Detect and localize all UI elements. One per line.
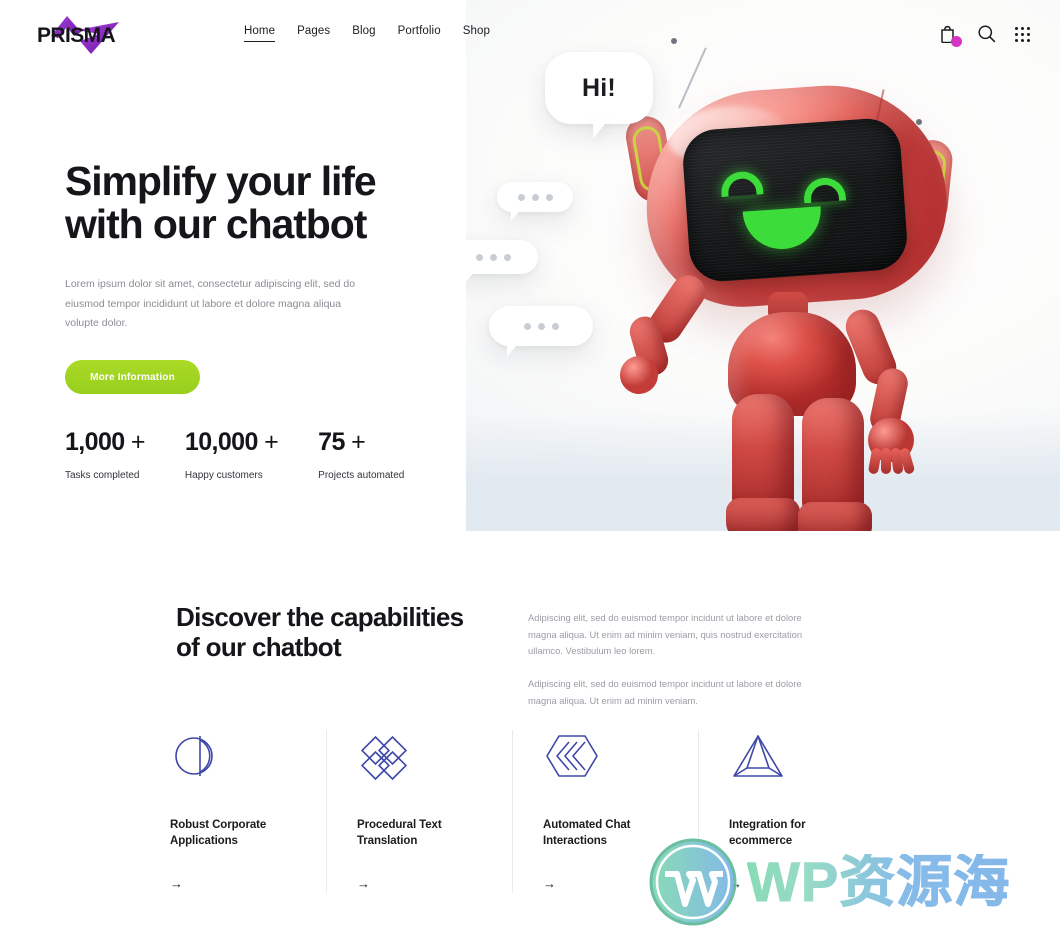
search-icon[interactable] (977, 24, 996, 44)
circle-split-icon (170, 730, 326, 788)
feature-title-line-1: Integration for (729, 819, 806, 831)
nav-item-shop[interactable]: Shop (463, 25, 490, 41)
stat-number: 1,000 (65, 428, 125, 456)
chat-bubble-typing-2 (466, 240, 538, 284)
stat-plus: + (351, 428, 366, 456)
feature-title-line-1: Robust Corporate (170, 819, 267, 831)
robot-illustration (616, 20, 1036, 531)
robot-hand-left (620, 356, 658, 394)
four-diamonds-icon (357, 730, 512, 788)
feature-arrow-icon[interactable]: → (543, 877, 556, 890)
chat-bubble-typing-1 (497, 182, 573, 221)
nav-item-portfolio[interactable]: Portfolio (398, 25, 441, 41)
site-header: PRISMA Home Pages Blog Portfolio Shop (0, 0, 1060, 68)
cart-badge (951, 36, 962, 47)
stat-value: 1,000 + (65, 428, 146, 457)
hero-title-line-2: with our chatbot (65, 201, 367, 248)
nav-item-blog[interactable]: Blog (352, 25, 375, 41)
page-title: Simplify your life with our chatbot (65, 158, 465, 248)
features-grid: Robust Corporate Applications → Procedur… (140, 730, 1000, 894)
hero-subtitle: Lorem ipsum dolor sit amet, consectetur … (65, 278, 356, 329)
feature-arrow-icon[interactable]: → (729, 877, 742, 890)
stat-item: 1,000 + Tasks completed (65, 428, 146, 481)
shopping-bag-icon[interactable] (939, 24, 962, 47)
feature-title: Automated Chat Interactions (543, 818, 698, 849)
capabilities-paragraph-1: Adipiscing elit, sed do euismod tempor i… (528, 612, 803, 657)
brand-logo[interactable]: PRISMA (33, 10, 133, 58)
feature-title-line-1: Procedural Text (357, 819, 442, 831)
robot-leg-right (802, 398, 864, 518)
hexagon-chevrons-icon (543, 730, 698, 788)
feature-title-line-2: Interactions (543, 834, 607, 847)
feature-title-line-1: Automated Chat (543, 819, 631, 831)
hero-title-line-1: Simplify your life (65, 158, 377, 204)
chat-bubble-greeting-text: Hi! (582, 73, 616, 102)
feature-title-line-2: ecommerce (729, 834, 793, 847)
capabilities-section: Discover the capabilities of our chatbot… (176, 602, 1036, 706)
nav-item-pages[interactable]: Pages (297, 25, 330, 41)
chat-bubble-typing-3 (489, 306, 593, 357)
feature-card-robust-corporate-applications[interactable]: Robust Corporate Applications → (140, 730, 326, 893)
primary-navigation[interactable]: Home Pages Blog Portfolio Shop (244, 25, 490, 42)
capabilities-title-line-1: Discover the capabilities (176, 602, 464, 632)
feature-card-integration-for-ecommerce[interactable]: Integration for ecommerce → (698, 730, 884, 894)
feature-card-procedural-text-translation[interactable]: Procedural Text Translation → (326, 730, 512, 894)
capabilities-copy: Adipiscing elit, sed do euismod tempor i… (528, 610, 810, 710)
feature-card-automated-chat-interactions[interactable]: Automated Chat Interactions → (512, 730, 698, 894)
robot-foot-left (726, 498, 800, 531)
header-icon-group (939, 24, 1030, 47)
nested-triangle-icon (729, 730, 884, 788)
capabilities-title-line-2: of our chatbot (176, 632, 342, 663)
hero-stats: 1,000 + Tasks completed 10,000 + Happy c… (65, 428, 404, 481)
capabilities-paragraph-2: Adipiscing elit, sed do euismod tempor i… (528, 678, 802, 706)
stat-plus: + (130, 428, 146, 456)
stat-value: 10,000 + (184, 428, 279, 457)
stat-label: Projects automated (318, 470, 405, 481)
robot-antenna-tip-right (916, 119, 922, 125)
stat-label: Happy customers (184, 470, 263, 481)
robot-leg-left (732, 394, 794, 514)
stat-value: 75 + (318, 428, 404, 457)
feature-title: Integration for ecommerce (729, 818, 884, 849)
more-information-button[interactable]: More Information (65, 360, 200, 395)
stat-label: Tasks completed (65, 470, 140, 481)
hero-copy: Simplify your life with our chatbot Lore… (65, 158, 465, 395)
stat-item: 10,000 + Happy customers (184, 428, 279, 481)
feature-title: Procedural Text Translation (357, 818, 512, 849)
hero-image-panel: Hi! (466, 0, 1060, 531)
feature-arrow-icon[interactable]: → (357, 877, 370, 890)
feature-title-line-2: Applications (170, 834, 238, 847)
robot-foot-right (798, 502, 872, 531)
stat-plus: + (264, 428, 279, 456)
stat-item: 75 + Projects automated (318, 428, 404, 481)
stat-number: 75 (318, 428, 345, 456)
svg-text:PRISMA: PRISMA (37, 24, 116, 47)
feature-title-line-2: Translation (357, 834, 418, 847)
robot-face-screen (680, 116, 910, 284)
prisma-arrow-logo-icon: PRISMA (37, 16, 119, 54)
stat-number: 10,000 (184, 428, 258, 456)
feature-title: Robust Corporate Applications (170, 818, 326, 849)
feature-arrow-icon[interactable]: → (170, 877, 183, 890)
nav-item-home[interactable]: Home (244, 25, 276, 42)
robot-hand-right (867, 418, 916, 475)
grid-menu-icon[interactable] (1015, 26, 1030, 42)
